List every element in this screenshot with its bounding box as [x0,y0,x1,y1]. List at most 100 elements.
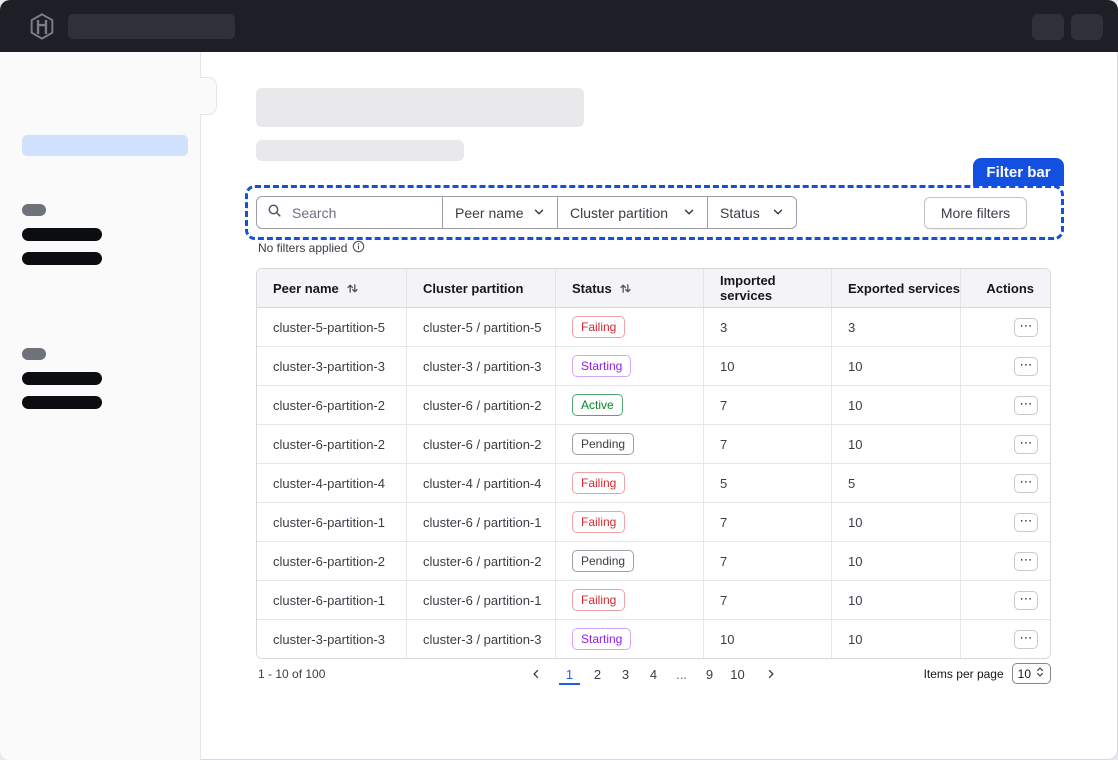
cluster-partition-cell: cluster-3 / partition-3 [407,620,556,658]
cluster-partition: cluster-4 / partition-4 [423,476,542,491]
table-row[interactable]: cluster-6-partition-2 cluster-6 / partiti… [257,386,1050,425]
column-label: Exported services [848,281,960,296]
table-row[interactable]: cluster-6-partition-1cluster-6 / partiti… [257,581,1050,620]
status-badge: Starting [572,628,631,650]
actions-cell: ⋯ [961,581,1050,619]
row-actions-button[interactable]: ⋯ [1014,435,1038,454]
dropdown-label: Peer name [455,205,523,221]
column-label: Peer name [273,281,339,296]
page-number-4[interactable]: 4 [643,664,664,685]
table-row[interactable]: cluster-4-partition-4 cluster-4 / partiti… [257,464,1050,503]
exported-services-cell: 3 [832,308,961,346]
peer-name-cell: cluster-4-partition-4 [257,464,407,502]
info-icon[interactable] [352,240,365,256]
actions-cell: ⋯ [961,308,1050,346]
column-header-peer-name[interactable]: Peer name [257,269,407,307]
pagination-ellipsis: ... [671,664,692,685]
cluster-partition: cluster-3 / partition-3 [423,632,542,647]
peer-name-filter-dropdown[interactable]: Peer name [442,197,557,228]
cluster-partition: cluster-6 / partition-2 [423,437,542,452]
sidebar-section-label-skeleton [22,204,46,216]
row-actions-button[interactable]: ⋯ [1014,552,1038,571]
row-actions-button[interactable]: ⋯ [1014,357,1038,376]
row-actions-button[interactable]: ⋯ [1014,474,1038,493]
status-filter-dropdown[interactable]: Status [707,197,796,228]
dropdown-label: Cluster partition [570,205,668,221]
status-badge: Starting [572,355,631,377]
peer-name: cluster-6-partition-2 [273,398,385,413]
cluster-partition-cell: cluster-6 / partition-2 [407,542,556,580]
page-number-3[interactable]: 3 [615,664,636,685]
sidebar-active-item-skeleton [22,135,188,156]
actions-cell: ⋯ [961,464,1050,502]
filter-bar: Peer name Cluster partition Status [256,196,797,229]
peer-name-cell: cluster-6-partition-1 [257,503,407,541]
status-badge: Failing [572,511,625,533]
dropdown-label: Status [720,205,760,221]
search-input[interactable] [290,204,432,222]
filters-note-text: No filters applied [258,241,347,255]
items-per-page-value: 10 [1018,667,1031,681]
cluster-partition: cluster-6 / partition-1 [423,515,542,530]
row-actions-button[interactable]: ⋯ [1014,396,1038,415]
more-filters-button[interactable]: More filters [924,197,1027,229]
peer-name-cell: cluster-6-partition-2 [257,386,407,424]
next-page-icon[interactable] [755,668,787,680]
imported-services-cell: 7 [704,542,832,580]
table-row[interactable]: cluster-3-partition-3 cluster-3 / partiti… [257,347,1050,386]
imported-services-cell: 10 [704,347,832,385]
row-actions-button[interactable]: ⋯ [1014,513,1038,532]
column-header-status[interactable]: Status [556,269,704,307]
page-number-9[interactable]: 9 [699,664,720,685]
row-actions-button[interactable]: ⋯ [1014,591,1038,610]
previous-page-icon[interactable] [520,668,552,680]
items-per-page-select[interactable]: 10 [1012,663,1051,684]
column-label: Cluster partition [423,281,523,296]
peer-name-cell: cluster-6-partition-1 [257,581,407,619]
table-row[interactable]: cluster-6-partition-2cluster-6 / partiti… [257,425,1050,464]
row-actions-button[interactable]: ⋯ [1014,318,1038,337]
imported-services-cell: 5 [704,464,832,502]
chevron-down-icon [683,205,695,221]
cluster-partition-filter-dropdown[interactable]: Cluster partition [557,197,707,228]
peer-name-cell: cluster-3-partition-3 [257,620,407,658]
sort-icon[interactable] [619,282,632,295]
status-cell: Failing [556,464,704,502]
row-actions-button[interactable]: ⋯ [1014,630,1038,649]
cluster-partition: cluster-3 / partition-3 [423,359,542,374]
chevron-down-icon [533,205,545,221]
cluster-partition: cluster-6 / partition-2 [423,398,542,413]
actions-cell: ⋯ [961,347,1050,385]
column-header-cluster-partition: Cluster partition [407,269,556,307]
exported-services-cell: 10 [832,386,961,424]
table-row[interactable]: cluster-5-partition-5cluster-5 / partiti… [257,308,1050,347]
peer-name: cluster-6-partition-2 [273,554,385,569]
peer-name-cell: cluster-3-partition-3 [257,347,407,385]
nav-action-skeleton [1071,14,1103,40]
imported-count: 7 [720,398,727,413]
status-badge: Failing [572,589,625,611]
status-cell: Pending [556,425,704,463]
imported-services-cell: 3 [704,308,832,346]
imported-count: 7 [720,593,727,608]
cluster-partition-cell: cluster-6 / partition-2 [407,425,556,463]
search-field[interactable] [257,197,442,228]
actions-cell: ⋯ [961,386,1050,424]
sort-icon[interactable] [346,282,359,295]
status-cell: Active [556,386,704,424]
page-number-2[interactable]: 2 [587,664,608,685]
page-subtitle-skeleton [256,140,464,161]
cluster-partition-cell: cluster-3 / partition-3 [407,347,556,385]
page-number-1[interactable]: 1 [559,664,580,685]
table-row[interactable]: cluster-3-partition-3 cluster-3 / partiti… [257,620,1050,658]
table-row[interactable]: cluster-6-partition-2 cluster-6 / partiti… [257,542,1050,581]
filter-bar-annotation-badge: Filter bar [973,158,1064,186]
table-row[interactable]: cluster-6-partition-1 cluster-6 / partiti… [257,503,1050,542]
page-number-10[interactable]: 10 [727,664,748,685]
column-header-exported-services: Exported services [832,269,961,307]
sidebar-toggle-notch[interactable] [200,77,217,115]
cluster-partition: cluster-6 / partition-2 [423,554,542,569]
page-title-skeleton [256,88,584,127]
hashicorp-logo-icon[interactable] [28,12,56,42]
cluster-partition-cell: cluster-6 / partition-2 [407,386,556,424]
